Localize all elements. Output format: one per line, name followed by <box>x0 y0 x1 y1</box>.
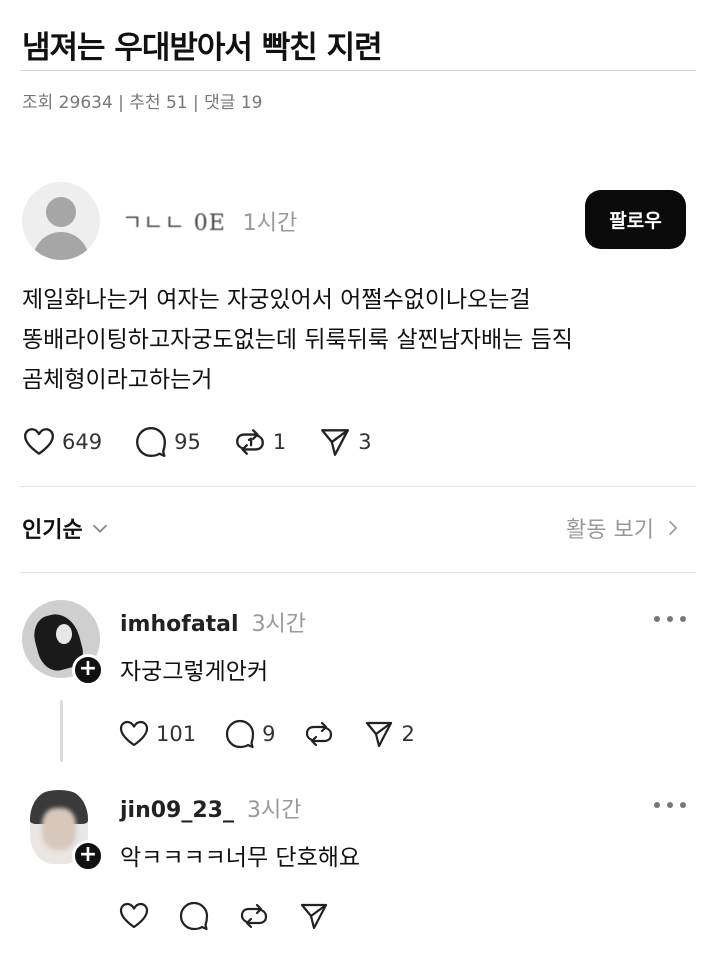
share-button[interactable] <box>298 900 330 932</box>
section-divider <box>20 572 696 573</box>
repost-button[interactable]: 1 <box>233 425 286 459</box>
activity-label: 활동 보기 <box>566 518 654 543</box>
title-divider <box>20 70 696 71</box>
comment-count: 95 <box>174 430 201 454</box>
like-count: 101 <box>156 722 197 746</box>
plus-icon[interactable]: + <box>72 654 104 686</box>
person-silhouette-icon <box>46 197 76 227</box>
share-button[interactable]: 3 <box>318 425 372 459</box>
share-button[interactable]: 2 <box>363 718 415 750</box>
chevron-right-icon <box>668 520 678 536</box>
sort-label: 인기순 <box>22 518 83 543</box>
more-dots-icon[interactable] <box>654 614 686 624</box>
like-button[interactable]: 649 <box>22 425 102 459</box>
repost-count: 1 <box>272 430 287 454</box>
repost-arrows-icon <box>306 721 333 747</box>
author-name[interactable]: ㄱㄴㄴ 0E <box>122 211 226 236</box>
reply-time: 3시간 <box>246 798 302 823</box>
reply-header: imhofatal 3시간 <box>120 606 306 638</box>
repost-button[interactable] <box>303 718 335 750</box>
share-count: 3 <box>358 430 372 454</box>
like-count: 649 <box>62 430 103 454</box>
reply-time: 3시간 <box>251 612 307 637</box>
post-actions: 649 95 1 3 <box>22 424 404 460</box>
reply-username[interactable]: imhofatal <box>120 612 239 637</box>
reply-text: 악ㅋㅋㅋㅋ너무 단호해요 <box>120 845 361 871</box>
section-divider <box>20 486 696 487</box>
thread-line <box>60 700 63 762</box>
comment-button[interactable] <box>178 900 210 932</box>
repost-arrows-icon <box>235 429 264 455</box>
paper-plane-icon <box>366 721 393 748</box>
paper-plane-icon <box>300 903 328 930</box>
author-row: ㄱㄴㄴ 0E 1시간 <box>122 205 297 237</box>
speech-bubble-icon <box>225 719 255 749</box>
chevron-down-icon <box>92 524 107 533</box>
post-body-line: 곰체형이라고하는거 <box>22 367 213 393</box>
post-body-line: 똥배라이팅하고자궁도없는데 뒤룩뒤룩 살찐남자배는 듬직 <box>22 327 573 353</box>
comment-button[interactable]: 9 <box>224 718 275 750</box>
speech-bubble-icon <box>179 901 209 931</box>
like-button[interactable] <box>118 900 150 932</box>
comment-count: 9 <box>262 722 276 746</box>
post-meta: 조회 29634 | 추천 51 | 댓글 19 <box>22 93 263 113</box>
more-dots-icon[interactable] <box>654 800 686 810</box>
author-avatar[interactable] <box>22 182 100 260</box>
heart-icon <box>119 902 149 929</box>
plus-icon[interactable]: + <box>72 840 104 872</box>
repost-arrows-icon <box>240 903 268 929</box>
sort-dropdown[interactable]: 인기순 <box>22 512 111 544</box>
follow-button[interactable]: 팔로우 <box>585 190 686 249</box>
repost-button[interactable] <box>238 900 270 932</box>
speech-bubble-icon <box>136 427 167 457</box>
paper-plane-icon <box>321 429 350 456</box>
reply-username[interactable]: jin09_23_ <box>120 798 234 823</box>
post-time: 1시간 <box>242 211 298 236</box>
reply-header: jin09_23_ 3시간 <box>120 792 301 824</box>
post-body: 제일화나는거 여자는 자궁있어서 어쩔수없이나오는걸 똥배라이팅하고자궁도없는데… <box>22 280 702 400</box>
post-title: 냄져는 우대받아서 빡친 지련 <box>22 30 383 66</box>
comment-button[interactable]: 95 <box>134 425 201 459</box>
share-count: 2 <box>401 722 415 746</box>
heart-icon <box>24 428 54 455</box>
activity-link[interactable]: 활동 보기 <box>566 512 682 544</box>
reply-actions: 101 9 2 <box>118 716 443 752</box>
heart-icon <box>119 720 149 747</box>
post-body-line: 제일화나는거 여자는 자궁있어서 어쩔수없이나오는걸 <box>22 287 531 313</box>
reply-text: 자궁그렇게안커 <box>120 659 269 685</box>
reply-actions <box>118 898 358 934</box>
like-button[interactable]: 101 <box>118 718 196 750</box>
